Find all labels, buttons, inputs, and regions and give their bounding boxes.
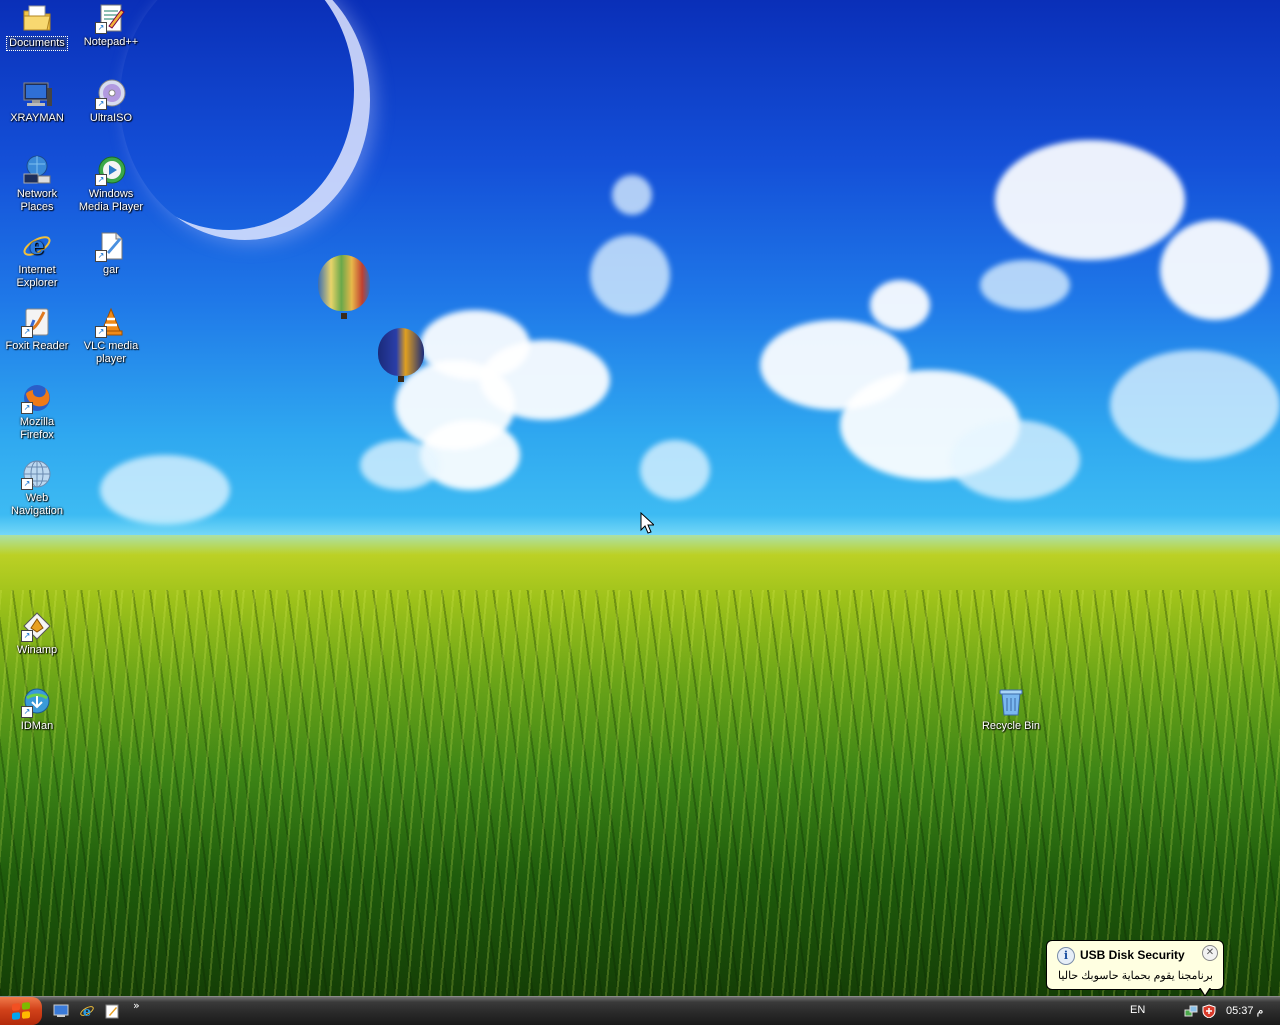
icon-label: Documents <box>6 36 68 51</box>
desktop-icon-winamp[interactable]: ↗ Winamp <box>0 610 74 657</box>
shortcut-arrow-icon: ↗ <box>95 174 107 186</box>
disc-icon: ↗ <box>95 78 127 110</box>
close-icon[interactable]: ✕ <box>1202 945 1218 961</box>
language-indicator[interactable]: EN <box>1130 1004 1145 1016</box>
cloud <box>995 140 1185 260</box>
icon-label: Winamp <box>16 644 58 656</box>
balloon-tail-inner <box>1200 987 1210 995</box>
desktop-icon-gar[interactable]: ↗ gar <box>74 230 148 277</box>
icon-label: Mozilla Firefox <box>19 416 55 441</box>
cloud <box>640 440 710 500</box>
desktop-icon-firefox[interactable]: ↗ Mozilla Firefox <box>0 382 74 442</box>
desktop-icon-documents[interactable]: Documents <box>0 2 74 51</box>
cloud <box>870 280 930 330</box>
icon-label: VLC media player <box>83 340 139 365</box>
cloud <box>950 420 1080 500</box>
cloud <box>980 260 1070 310</box>
notepad-icon: ↗ <box>95 2 127 34</box>
notification-title: USB Disk Security <box>1080 948 1185 962</box>
icon-label: gar <box>103 264 119 276</box>
shortcut-arrow-icon: ↗ <box>95 22 107 34</box>
notepad-icon[interactable] <box>103 1002 121 1020</box>
document-icon: ↗ <box>95 230 127 262</box>
desktop-icon-webnav[interactable]: ↗ Web Navigation <box>0 458 74 518</box>
recycle-bin-icon <box>995 686 1027 718</box>
icon-label: Web Navigation <box>11 492 63 517</box>
usb-security-tray-icon[interactable] <box>1202 1004 1216 1019</box>
quick-launch-more[interactable]: » <box>133 999 140 1012</box>
shortcut-arrow-icon: ↗ <box>21 326 33 338</box>
start-button[interactable] <box>0 997 42 1025</box>
icon-label: UltraISO <box>89 112 133 124</box>
pdf-reader-icon: ↗ <box>21 306 53 338</box>
download-manager-icon: ↗ <box>21 686 53 718</box>
media-player-icon: ↗ <box>95 154 127 186</box>
internet-explorer-icon: e <box>21 230 53 262</box>
icon-label: Notepad++ <box>83 36 139 48</box>
computer-icon <box>21 78 53 110</box>
icon-label: Windows Media Player <box>78 188 144 213</box>
cloud <box>590 235 670 315</box>
desktop-icon-network[interactable]: Network Places <box>0 154 74 214</box>
shortcut-arrow-icon: ↗ <box>21 402 33 414</box>
taskbar: e » EN 05:37 م <box>0 996 1280 1025</box>
hot-air-balloon <box>318 255 370 319</box>
network-icon <box>21 154 53 186</box>
icon-label: Internet Explorer <box>16 264 58 289</box>
shortcut-arrow-icon: ↗ <box>21 706 33 718</box>
cloud <box>612 175 652 215</box>
desktop-icon-xrayman[interactable]: XRAYMAN <box>0 78 74 125</box>
desktop-icon-idman[interactable]: ↗ IDMan <box>0 686 74 733</box>
wheat-stalks <box>0 590 1280 996</box>
desktop-icon-vlc[interactable]: ↗ VLC media player <box>74 306 148 366</box>
desktop-icon-notepadpp[interactable]: ↗ Notepad++ <box>74 2 148 49</box>
desktop-icon-ie[interactable]: e Internet Explorer <box>0 230 74 290</box>
system-tray: EN 05:37 م <box>1120 997 1280 1025</box>
cloud <box>1160 220 1270 320</box>
notification-balloon[interactable]: i USB Disk Security ✕ برنامجنا يقوم بحما… <box>1046 940 1224 997</box>
shortcut-arrow-icon: ↗ <box>21 478 33 490</box>
cloud <box>360 440 440 490</box>
folder-icon <box>21 2 53 34</box>
icon-label: IDMan <box>20 720 54 732</box>
show-desktop-icon[interactable] <box>52 1002 70 1020</box>
shortcut-arrow-icon: ↗ <box>95 326 107 338</box>
globe-icon: ↗ <box>21 458 53 490</box>
desktop-icon-recycle-bin[interactable]: Recycle Bin <box>974 686 1048 733</box>
icon-label: Recycle Bin <box>981 720 1041 732</box>
desktop-wallpaper <box>0 0 1280 996</box>
desktop-icon-foxit[interactable]: ↗ Foxit Reader <box>0 306 74 353</box>
info-icon: i <box>1057 947 1075 965</box>
winamp-icon: ↗ <box>21 610 53 642</box>
desktop-icon-wmp[interactable]: ↗ Windows Media Player <box>74 154 148 214</box>
svg-text:e: e <box>83 1005 91 1019</box>
firefox-icon: ↗ <box>21 382 53 414</box>
cloud <box>1110 350 1280 460</box>
icon-label: XRAYMAN <box>10 112 64 124</box>
internet-explorer-icon[interactable]: e <box>78 1002 96 1020</box>
shortcut-arrow-icon: ↗ <box>95 250 107 262</box>
clock[interactable]: 05:37 م <box>1226 1004 1263 1017</box>
shortcut-arrow-icon: ↗ <box>21 630 33 642</box>
icon-label: Network Places <box>16 188 58 213</box>
icon-label: Foxit Reader <box>5 340 69 352</box>
notification-message: برنامجنا يقوم بحماية حاسوبك حاليا <box>1058 970 1213 982</box>
vlc-cone-icon: ↗ <box>95 306 127 338</box>
network-tray-icon[interactable] <box>1184 1004 1198 1018</box>
hot-air-balloon <box>378 328 424 382</box>
windows-flag-icon <box>12 1002 30 1020</box>
desktop-icon-ultraiso[interactable]: ↗ UltraISO <box>74 78 148 125</box>
shortcut-arrow-icon: ↗ <box>95 98 107 110</box>
svg-text:e: e <box>29 231 44 260</box>
